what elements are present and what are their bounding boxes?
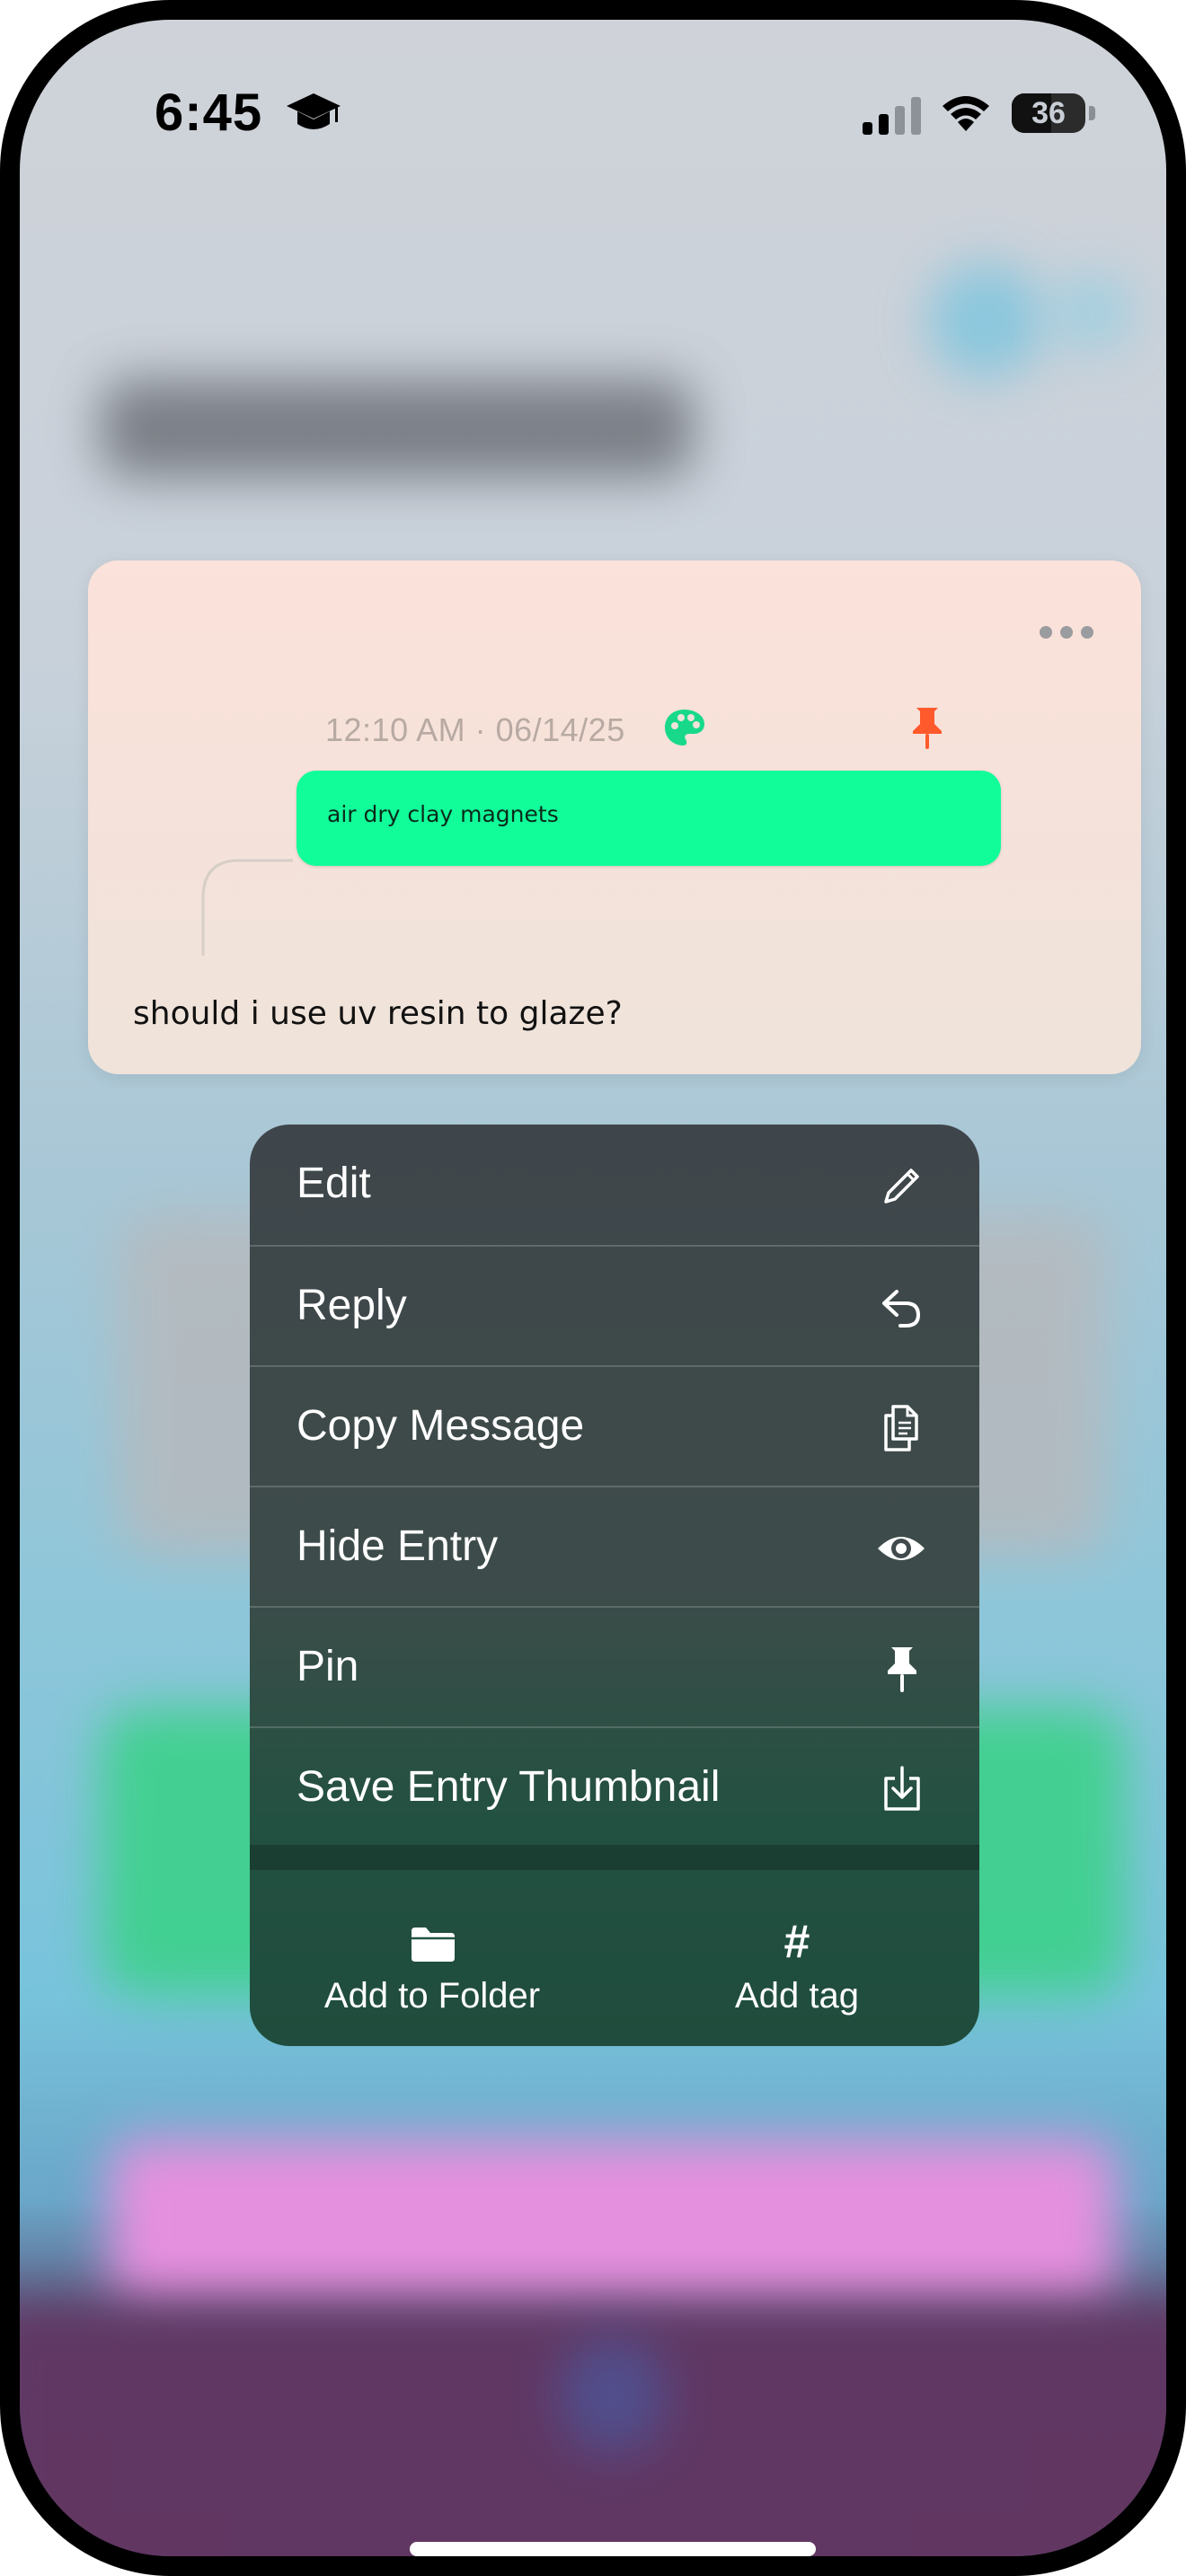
menu-item-label: Save Entry Thumbnail — [296, 1763, 721, 1811]
menu-item-label: Hide Entry — [296, 1522, 499, 1570]
blurred-header-button — [1053, 271, 1134, 352]
battery-indicator: 36 — [1012, 93, 1085, 133]
pin-icon — [888, 1647, 916, 1692]
menu-item-edit[interactable]: Edit — [250, 1125, 979, 1245]
cellular-signal-icon — [863, 97, 921, 135]
menu-item-label: Edit — [296, 1160, 371, 1207]
blurred-date-title — [101, 379, 694, 478]
status-time: 6:45 — [155, 84, 263, 142]
add-tag-button[interactable]: # Add tag — [615, 1870, 979, 2046]
menu-section-separator — [250, 1845, 979, 1870]
phone-screen: 6:45 36 12:10 AM · 06/14/25 air dry clay… — [0, 0, 1186, 2576]
menu-item-label: Pin — [296, 1643, 359, 1690]
quoted-message-text: air dry clay magnets — [327, 801, 559, 827]
entry-card[interactable]: 12:10 AM · 06/14/25 air dry clay magnets… — [88, 560, 1141, 1074]
blurred-header-button — [927, 262, 1044, 379]
more-options-icon[interactable] — [1039, 625, 1094, 640]
palette-icon — [665, 710, 704, 745]
menu-item-hide-entry[interactable]: Hide Entry — [250, 1486, 979, 1606]
folder-icon — [412, 1928, 455, 1962]
blurred-tab-icon — [559, 2337, 667, 2454]
hash-icon: # — [783, 1916, 810, 1968]
battery-nub — [1089, 106, 1095, 120]
blurred-entry-card — [110, 2139, 1116, 2310]
battery-level: 36 — [1031, 96, 1066, 130]
copy-icon — [884, 1405, 918, 1451]
menu-item-label: Copy Message — [296, 1402, 585, 1450]
menu-item-label: Reply — [296, 1282, 407, 1329]
reply-arrow-icon — [882, 1290, 921, 1328]
home-indicator[interactable] — [410, 2542, 816, 2556]
add-tag-label: Add tag — [735, 1976, 859, 2016]
pencil-icon — [884, 1169, 919, 1204]
quoted-message-bubble[interactable]: air dry clay magnets — [296, 771, 1001, 866]
wifi-icon — [943, 96, 989, 131]
entry-timestamp: 12:10 AM · 06/14/25 — [325, 711, 625, 748]
add-to-folder-label: Add to Folder — [323, 1976, 541, 2016]
save-download-icon — [884, 1766, 920, 1811]
pinned-icon — [913, 708, 942, 749]
menu-item-pin[interactable]: Pin — [250, 1606, 979, 1726]
entry-message-text: should i use uv resin to glaze? — [133, 995, 623, 1032]
reply-connector-line — [201, 859, 293, 956]
eye-icon — [878, 1537, 925, 1560]
menu-item-copy-message[interactable]: Copy Message — [250, 1365, 979, 1486]
menu-item-reply[interactable]: Reply — [250, 1245, 979, 1365]
add-to-folder-button[interactable]: Add to Folder — [250, 1870, 615, 2046]
context-menu: Edit Reply Copy Message Hide Entry Pin S… — [250, 1125, 979, 2046]
menu-item-save-entry-thumbnail[interactable]: Save Entry Thumbnail — [250, 1726, 979, 1847]
graduation-cap-icon — [287, 93, 341, 129]
